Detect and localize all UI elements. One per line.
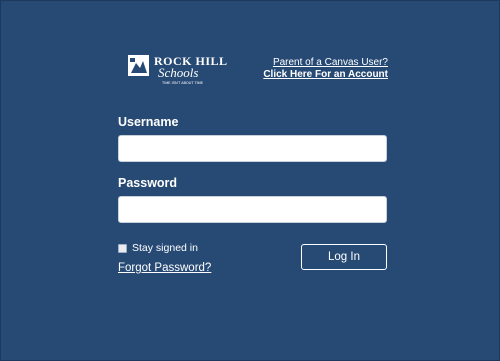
password-label: Password (118, 176, 178, 190)
stay-signed-in-label: Stay signed in (132, 242, 198, 254)
forgot-password-link[interactable]: Forgot Password? (118, 262, 211, 274)
rock-hill-schools-logo: ROCK HILL Schools TIME ISN'T ABOUT TIME (126, 51, 234, 85)
logo-graphic: ROCK HILL Schools TIME ISN'T ABOUT TIME (128, 54, 227, 85)
login-button[interactable]: Log In (301, 244, 387, 270)
stay-signed-in-option[interactable]: Stay signed in (118, 242, 198, 254)
parent-link-create-account[interactable]: Click Here For an Account (263, 69, 388, 81)
username-label: Username (118, 115, 179, 129)
logo-tagline: TIME ISN'T ABOUT TIME (162, 81, 204, 85)
parent-link-question[interactable]: Parent of a Canvas User? (263, 57, 388, 69)
password-input[interactable] (118, 196, 387, 223)
page-border (0, 0, 500, 361)
logo-emblem-mark (130, 58, 135, 62)
stay-signed-in-checkbox[interactable] (118, 243, 127, 253)
parent-account-link[interactable]: Parent of a Canvas User? Click Here For … (263, 57, 388, 81)
logo-text-line2: Schools (158, 65, 198, 80)
username-input[interactable] (118, 135, 387, 162)
